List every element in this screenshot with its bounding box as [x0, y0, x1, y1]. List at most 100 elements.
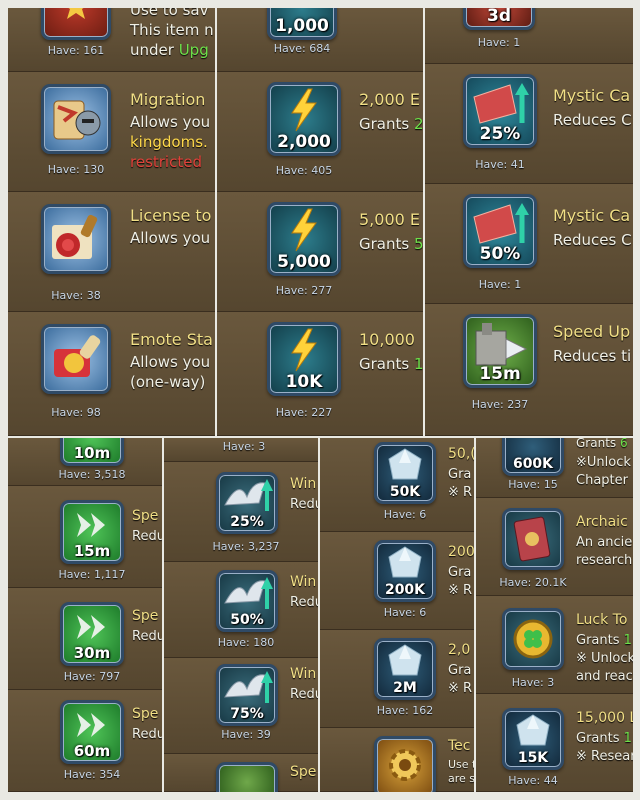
item-desc: Grants 2 [359, 115, 423, 133]
item-quantity: 30m [73, 644, 111, 662]
list-item[interactable]: Have: 38 License to Allows you [8, 192, 215, 312]
item-desc: under Upg [130, 41, 209, 59]
item-title: Win [290, 476, 317, 492]
item-desc: ※ R [448, 681, 473, 696]
list-item[interactable]: Have: 130 Migration Allows you kingdoms.… [8, 72, 215, 192]
item-desc: Gra [448, 565, 472, 580]
panel-energy-items: 1,000 Have: 684 2,000 Have: 405 2,000 E … [217, 8, 423, 436]
item-desc: research [576, 553, 633, 568]
item-quantity: 50% [479, 244, 521, 264]
item-title: Spe [132, 608, 159, 624]
list-item[interactable]: 25% Have: 3,237 Win Redu [164, 462, 318, 562]
item-title: Win [290, 666, 317, 682]
have-count: Have: 130 [47, 163, 105, 176]
item-desc: Redu [290, 687, 318, 702]
item-title: Mystic Ca [553, 206, 631, 225]
item-desc: Grants 6 [576, 438, 628, 450]
item-desc: restricted [130, 153, 202, 171]
list-item[interactable]: 50K Have: 6 50,( Gra ※ R [320, 438, 474, 532]
list-item[interactable]: 60m Have: 354 Spe Redu [8, 690, 162, 792]
list-item[interactable]: Have: 20.1K Archaic An ancie research [476, 498, 633, 596]
have-count: Have: 277 [275, 284, 333, 297]
item-title: Speed Up [553, 322, 631, 341]
list-item[interactable]: 15K Have: 44 15,000 L Grants 1 ※ Resear [476, 694, 633, 792]
list-item[interactable]: 15m Have: 237 Speed Up Reduces ti [425, 304, 633, 436]
item-desc: Grants 5 [359, 235, 423, 253]
list-item[interactable]: Have: 3 Luck To Grants 1 ※ Unlock and re… [476, 596, 633, 694]
have-count: Have: 98 [51, 406, 101, 419]
item-title: 10,000 [359, 330, 415, 349]
item-quantity: 15K [517, 750, 549, 766]
list-item[interactable]: 1,000 Have: 684 [217, 8, 423, 72]
lightning-icon: 2,000 [267, 82, 341, 156]
have-count: Have: 6 [383, 508, 427, 521]
list-item[interactable]: 25% Have: 41 Mystic Ca Reduces C [425, 64, 633, 184]
item-quantity: 75% [230, 706, 264, 722]
have-count: Have: 1,117 [58, 568, 126, 581]
book-icon [41, 8, 111, 40]
list-item[interactable]: 50% Have: 180 Win Redu [164, 562, 318, 658]
item-title: Spe [132, 508, 159, 524]
lightning-icon: 10K [267, 322, 341, 396]
item-desc: (one-way) [130, 373, 206, 391]
crystal-icon: 50K [374, 442, 436, 504]
item-desc: and reac [576, 669, 633, 684]
panel-mystic-speedup: 3d Have: 1 25% Have: 41 Mystic Ca Reduce… [425, 8, 633, 436]
wings-icon: 50% [216, 570, 278, 632]
item-title: 2,0 [448, 642, 471, 658]
have-count: Have: 684 [273, 42, 331, 55]
crystal-icon: 200K [374, 540, 436, 602]
list-item[interactable]: 5,000 Have: 277 5,000 E Grants 5 [217, 192, 423, 312]
item-desc: Allows you [130, 113, 211, 131]
item-desc: Allows you [130, 229, 211, 247]
item-quantity: 10K [285, 372, 323, 392]
list-item[interactable]: 75% Have: 39 Win Redu [164, 658, 318, 754]
have-count: Have: 3 [511, 676, 555, 689]
item-quantity: 2M [393, 680, 417, 696]
list-item[interactable]: 2M Have: 162 2,0 Gra ※ R [320, 630, 474, 728]
list-item[interactable]: 30m Have: 797 Spe Redu [8, 588, 162, 690]
item-quantity: 5,000 [277, 252, 331, 272]
have-count: Have: 1 [477, 36, 521, 49]
item-desc: An ancie [576, 535, 633, 550]
item-desc: Use to sav [130, 8, 209, 19]
item-desc: Allows you [130, 353, 211, 371]
list-item[interactable]: 10K Have: 227 10,000 Grants 1 [217, 312, 423, 436]
list-item[interactable]: 2,000 Have: 405 2,000 E Grants 2 [217, 72, 423, 192]
item-desc: Redu [290, 595, 318, 610]
list-item[interactable]: 10m Have: 3,518 [8, 438, 162, 486]
item-desc: are s [448, 772, 474, 785]
item-desc: ※ Unlock [576, 651, 633, 666]
item-desc: Reduces C [553, 111, 632, 129]
item-title: License to [130, 206, 212, 225]
item-title: 2,000 E [359, 90, 420, 109]
list-item[interactable]: 50% Have: 1 Mystic Ca Reduces C [425, 184, 633, 304]
list-item[interactable]: Have: 161 Use to sav This item n under U… [8, 8, 215, 72]
list-item[interactable]: Have: 3 [164, 438, 318, 462]
have-count: Have: 162 [376, 704, 434, 717]
list-item[interactable]: Spe [164, 754, 318, 792]
list-item[interactable]: 15m Have: 1,117 Spe Redu [8, 486, 162, 588]
list-item[interactable]: Tec Use t are s [320, 728, 474, 792]
archaic-book-icon [502, 508, 564, 570]
license-seal-icon [41, 204, 111, 274]
lightning-icon: 1,000 [267, 8, 337, 40]
migration-scroll-icon [41, 84, 111, 154]
list-item[interactable]: 3d Have: 1 [425, 8, 633, 64]
list-item[interactable]: 600K Have: 15 Grants 6 ※Unlock Chapter [476, 438, 633, 498]
item-title: Spe [132, 706, 159, 722]
item-desc: Redu [132, 727, 162, 742]
have-count: Have: 6 [383, 606, 427, 619]
item-quantity: 50K [389, 484, 421, 500]
item-quantity: 25% [230, 514, 264, 530]
crystal-icon: 2M [374, 638, 436, 700]
list-item[interactable]: 200K Have: 6 200 Gra ※ R [320, 532, 474, 630]
have-count: Have: 237 [471, 398, 529, 411]
item-title: Mystic Ca [553, 86, 631, 105]
speedup-building-icon: 15m [463, 314, 537, 388]
have-count: Have: 797 [63, 670, 121, 683]
speedup-arrows-icon: 60m [60, 700, 124, 764]
panel-research: 600K Have: 15 Grants 6 ※Unlock Chapter H… [476, 438, 633, 792]
item-quantity: 3d [487, 8, 511, 26]
list-item[interactable]: Have: 98 Emote Sta Allows you (one-way) [8, 312, 215, 436]
